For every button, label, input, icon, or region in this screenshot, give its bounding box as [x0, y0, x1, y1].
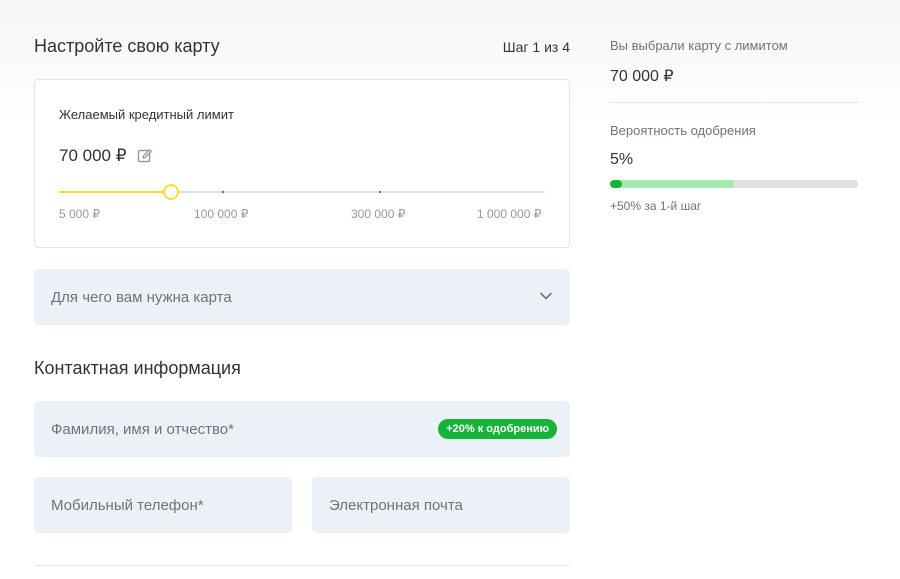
email-field[interactable]: Электронная почта [312, 477, 570, 533]
page-title: Настройте свою карту [34, 36, 220, 56]
page-header: Настройте свою карту Шаг 1 из 4 [34, 36, 570, 57]
credit-limit-label: Желаемый кредитный лимит [59, 107, 234, 122]
approval-probability-current [610, 180, 623, 188]
card-purpose-placeholder: Для чего вам нужна карта [51, 289, 232, 306]
contact-section-title: Контактная информация [34, 358, 241, 378]
approval-bonus-badge: +20% к одобрению [438, 419, 557, 439]
slider-tick-dot [222, 191, 224, 193]
credit-limit-value-row: 70 000 ₽ [59, 146, 153, 166]
pencil-edit-icon[interactable] [137, 148, 153, 164]
approval-probability-potential [610, 180, 734, 188]
credit-limit-slider[interactable] [59, 184, 545, 200]
mobile-phone-field[interactable]: Мобильный телефон* [34, 477, 292, 533]
approval-probability-bar [610, 180, 858, 188]
approval-probability-value: 5% [610, 151, 634, 168]
card-purpose-select[interactable]: Для чего вам нужна карта [34, 269, 570, 325]
selected-limit-label: Вы выбрали карту с лимитом [610, 38, 788, 53]
slider-tick-label: 5 000 ₽ [59, 207, 100, 221]
slider-thumb[interactable] [162, 184, 179, 200]
email-placeholder: Электронная почта [329, 497, 463, 514]
section-divider [34, 565, 570, 566]
sidebar-divider [610, 102, 858, 103]
selected-limit-value: 70 000 ₽ [610, 68, 674, 85]
mobile-phone-placeholder: Мобильный телефон* [51, 497, 204, 514]
slider-tick-label: 300 000 ₽ [351, 207, 406, 221]
full-name-field[interactable]: Фамилия, имя и отчество* +20% к одобрени… [34, 401, 570, 457]
chevron-down-icon [539, 289, 553, 303]
slider-tick-label: 1 000 000 ₽ [477, 207, 542, 221]
slider-tick-label: 100 000 ₽ [194, 207, 249, 221]
credit-limit-value: 70 000 ₽ [59, 146, 127, 165]
approval-hint: +50% за 1-й шаг [610, 199, 702, 213]
slider-track-fill [59, 191, 171, 193]
slider-tick-dot [379, 191, 381, 193]
credit-limit-card: Желаемый кредитный лимит 70 000 ₽ 5 000 … [34, 79, 570, 248]
approval-probability-label: Вероятность одобрения [610, 123, 756, 138]
step-indicator: Шаг 1 из 4 [502, 39, 570, 55]
full-name-placeholder: Фамилия, имя и отчество* [51, 421, 234, 438]
